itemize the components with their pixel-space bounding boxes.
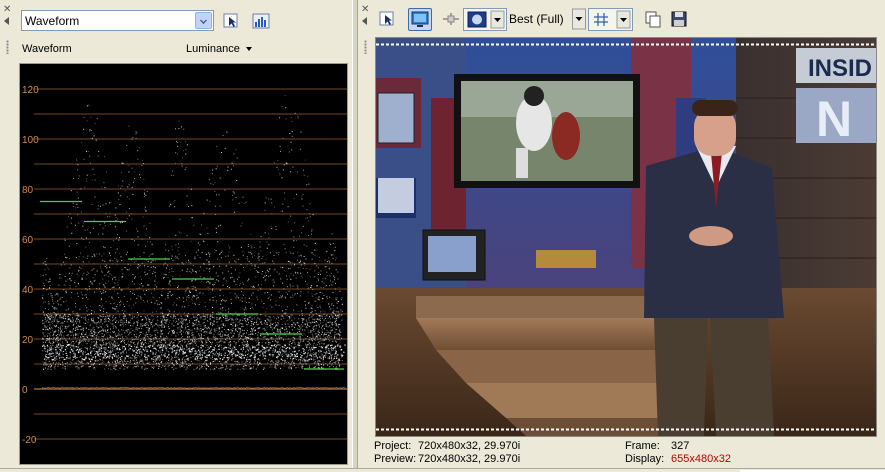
scope-settings-button[interactable] bbox=[250, 10, 272, 32]
set-sign-letter: N bbox=[816, 91, 852, 147]
scope-type-value: Waveform bbox=[25, 14, 80, 28]
window-grip[interactable]: ✕ bbox=[0, 0, 14, 468]
channel-dropdown[interactable]: Luminance bbox=[186, 43, 252, 55]
video-frame-image: INSID N bbox=[376, 38, 876, 436]
scope-mode-label: Waveform bbox=[22, 43, 72, 55]
drag-handle-icon[interactable] bbox=[364, 40, 367, 54]
window-grip[interactable]: ✕ bbox=[358, 0, 372, 468]
grid-icon bbox=[594, 10, 631, 29]
scope-settings-icon bbox=[252, 13, 270, 29]
waveform-plot: 120 100 80 60 40 20 0 -20 bbox=[22, 85, 347, 446]
video-preview-pane: ✕ Best (Full) INSID N Project: 720x480x3… bbox=[358, 0, 885, 468]
channel-value: Luminance bbox=[186, 43, 240, 55]
save-snapshot-button[interactable] bbox=[668, 8, 690, 31]
frame-value: 327 bbox=[671, 440, 690, 452]
project-label: Project: bbox=[374, 440, 412, 452]
external-monitor-button[interactable] bbox=[408, 8, 432, 31]
chevron-down-icon bbox=[572, 8, 586, 30]
display-value: 655x480x32 bbox=[671, 453, 731, 465]
y-tick-label: 80 bbox=[22, 185, 34, 196]
scope-type-select[interactable]: Waveform bbox=[21, 10, 214, 31]
pointer-button[interactable] bbox=[220, 10, 242, 32]
pointer-icon bbox=[223, 13, 238, 28]
chevron-down-icon bbox=[245, 47, 252, 52]
project-value: 720x480x32, 29.970i bbox=[418, 440, 521, 452]
y-tick-label: 20 bbox=[22, 335, 34, 346]
video-scopes-pane: ✕ Waveform Waveform Luminance 120 100 80 60… bbox=[0, 0, 352, 468]
video-preview-frame[interactable]: INSID N bbox=[375, 37, 877, 437]
y-tick-label: 0 bbox=[22, 385, 28, 396]
preview-value: 720x480x32, 29.970i bbox=[418, 453, 521, 465]
grid-overlay-dropdown[interactable] bbox=[588, 8, 633, 31]
arrow-left-icon[interactable] bbox=[4, 17, 9, 25]
pointer-icon bbox=[379, 11, 394, 26]
y-tick-label: 40 bbox=[22, 285, 34, 296]
monitor-icon bbox=[411, 11, 429, 27]
preview-status-bar: Project: 720x480x32, 29.970i Preview: 72… bbox=[374, 440, 879, 468]
y-tick-label: -20 bbox=[22, 435, 37, 446]
y-tick-label: 60 bbox=[22, 235, 34, 246]
quality-dropdown-button[interactable] bbox=[572, 8, 586, 31]
drag-handle-icon[interactable] bbox=[6, 40, 9, 54]
close-icon[interactable]: ✕ bbox=[361, 5, 369, 15]
preview-toolbar: Best (Full) bbox=[374, 8, 714, 32]
quality-value[interactable]: Best (Full) bbox=[509, 12, 564, 26]
preview-label: Preview: bbox=[374, 453, 417, 465]
copy-icon bbox=[645, 11, 661, 28]
overlay-dropdown[interactable] bbox=[463, 8, 507, 31]
preview-pointer-button[interactable] bbox=[376, 8, 398, 31]
close-icon[interactable]: ✕ bbox=[3, 5, 11, 15]
y-tick-label: 120 bbox=[22, 85, 39, 96]
copy-snapshot-button[interactable] bbox=[642, 8, 664, 31]
arrow-left-icon[interactable] bbox=[362, 17, 367, 25]
set-sign-text: INSID bbox=[808, 55, 872, 82]
save-icon bbox=[671, 11, 687, 27]
y-tick-label: 100 bbox=[22, 135, 39, 146]
display-label: Display: bbox=[625, 453, 665, 465]
overlay-icon bbox=[467, 10, 505, 29]
chevron-down-icon[interactable] bbox=[195, 12, 212, 29]
split-screen-icon bbox=[443, 13, 459, 25]
split-screen-button[interactable] bbox=[440, 8, 462, 31]
waveform-scope: 120 100 80 60 40 20 0 -20 bbox=[19, 63, 348, 465]
frame-label: Frame: bbox=[625, 440, 660, 452]
